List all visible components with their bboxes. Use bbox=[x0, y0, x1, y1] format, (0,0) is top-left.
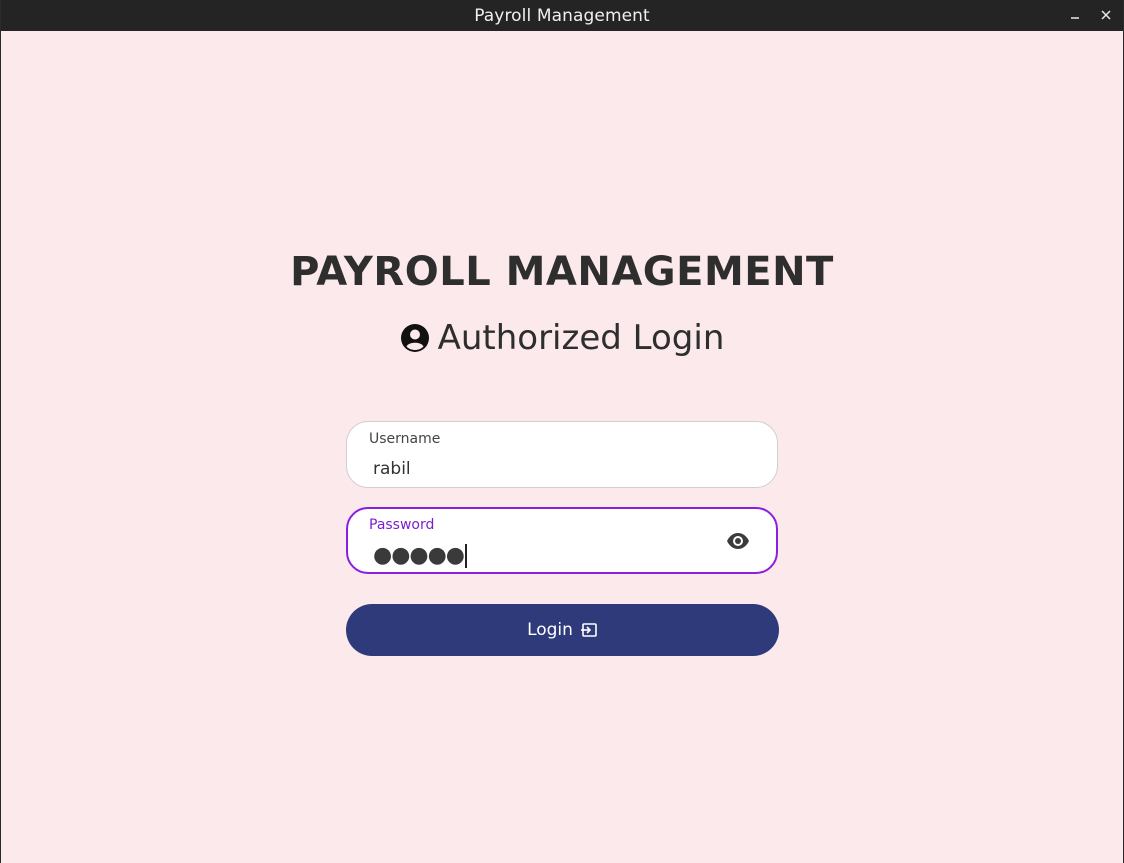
app-window: Payroll Management PAYROLL MANAGEMENT Au… bbox=[0, 0, 1124, 863]
eye-icon bbox=[727, 533, 749, 549]
page-title: PAYROLL MANAGEMENT bbox=[290, 249, 834, 295]
window-title: Payroll Management bbox=[474, 5, 650, 26]
toggle-password-visibility[interactable] bbox=[726, 531, 750, 551]
title-bar: Payroll Management bbox=[1, 0, 1123, 31]
password-field[interactable]: Password ●●●●● bbox=[346, 507, 778, 574]
login-icon bbox=[580, 622, 598, 638]
account-circle-icon bbox=[400, 323, 430, 353]
password-mask: ●●●●● bbox=[373, 543, 465, 568]
username-input[interactable]: rabil bbox=[373, 459, 411, 479]
username-label: Username bbox=[369, 431, 441, 447]
minimize-button[interactable] bbox=[1064, 4, 1086, 26]
login-subtitle: Authorized Login bbox=[1, 318, 1123, 358]
close-button[interactable] bbox=[1095, 4, 1117, 26]
login-button-label: Login bbox=[527, 620, 573, 640]
username-field[interactable]: Username rabil bbox=[346, 421, 778, 488]
password-label: Password bbox=[369, 517, 435, 533]
subtitle-text: Authorized Login bbox=[437, 318, 725, 358]
text-caret bbox=[464, 543, 467, 568]
login-button[interactable]: Login bbox=[346, 604, 779, 656]
minimize-icon bbox=[1071, 17, 1079, 19]
password-input[interactable]: ●●●●● bbox=[373, 543, 467, 568]
close-icon bbox=[1101, 10, 1111, 20]
